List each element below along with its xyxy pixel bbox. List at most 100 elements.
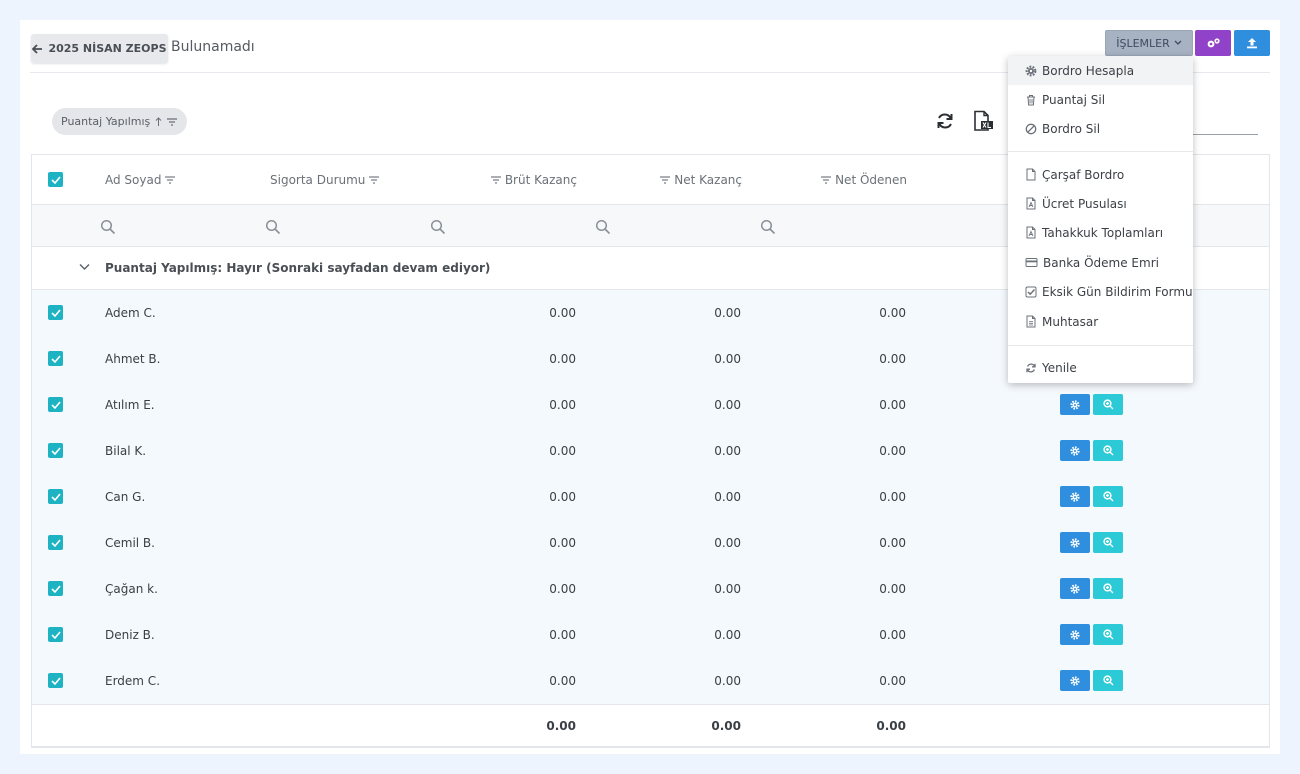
menu-item-ucret-pusulasi[interactable]: Ücret Pusulası xyxy=(1008,189,1193,218)
search-icon[interactable] xyxy=(100,219,116,235)
menu-item-muhtasar[interactable]: Muhtasar xyxy=(1008,307,1193,336)
menu-item-label: Eksik Gün Bildirim Formu xyxy=(1042,284,1193,299)
total-paid: 0.00 xyxy=(876,719,906,733)
column-header-name[interactable]: Ad Soyad xyxy=(105,155,176,205)
cell-name: Erdem C. xyxy=(105,674,161,688)
table-row[interactable]: Erdem C. 0.00 0.00 0.00 xyxy=(32,658,1269,704)
search-icon[interactable] xyxy=(265,219,281,235)
cell-net: 0.00 xyxy=(714,536,741,550)
cell-gross: 0.00 xyxy=(549,582,576,596)
row-settings-button[interactable] xyxy=(1060,394,1090,415)
pdf-file-icon xyxy=(1026,226,1036,239)
gear-icon xyxy=(1070,399,1080,410)
cell-gross: 0.00 xyxy=(549,398,576,412)
row-detail-button[interactable] xyxy=(1093,394,1123,415)
check-icon xyxy=(50,676,61,685)
gear-icon xyxy=(1070,491,1080,502)
table-row[interactable]: Çağan k. 0.00 0.00 0.00 xyxy=(32,566,1269,612)
row-detail-button[interactable] xyxy=(1093,486,1123,507)
table-row[interactable]: Deniz B. 0.00 0.00 0.00 xyxy=(32,612,1269,658)
actions-dropdown-button[interactable]: İŞLEMLER xyxy=(1105,30,1193,56)
row-settings-button[interactable] xyxy=(1060,440,1090,461)
check-icon xyxy=(50,354,61,363)
row-checkbox[interactable] xyxy=(48,535,63,550)
row-checkbox[interactable] xyxy=(48,305,63,320)
menu-item-label: Muhtasar xyxy=(1042,314,1099,329)
column-header-insurance[interactable]: Sigorta Durumu xyxy=(270,155,380,205)
row-detail-button[interactable] xyxy=(1093,440,1123,461)
upload-button[interactable] xyxy=(1234,30,1270,56)
column-header-net[interactable]: Net Kazanç xyxy=(637,155,742,205)
filter-icon xyxy=(490,176,501,184)
chevron-down-icon[interactable] xyxy=(79,263,90,271)
row-detail-button[interactable] xyxy=(1093,670,1123,691)
column-header-gross[interactable]: Brüt Kazanç xyxy=(472,155,577,205)
filter-icon xyxy=(660,176,671,184)
search-icon[interactable] xyxy=(430,219,446,235)
cell-name: Can G. xyxy=(105,490,146,504)
row-detail-button[interactable] xyxy=(1093,532,1123,553)
select-all-checkbox[interactable] xyxy=(48,172,63,187)
menu-item-bordro-sil[interactable]: Bordro Sil xyxy=(1008,114,1193,143)
zoom-in-icon xyxy=(1102,629,1113,640)
refresh-icon xyxy=(937,113,953,129)
file-text-icon xyxy=(1026,315,1036,328)
table-row[interactable]: Bilal K. 0.00 0.00 0.00 xyxy=(32,428,1269,474)
menu-item-puantaj-sil[interactable]: Puantaj Sil xyxy=(1008,85,1193,114)
search-icon[interactable] xyxy=(760,219,776,235)
ban-icon xyxy=(1025,123,1037,134)
zoom-in-icon xyxy=(1102,537,1113,548)
filter-icon xyxy=(369,176,380,184)
row-checkbox[interactable] xyxy=(48,443,63,458)
row-checkbox[interactable] xyxy=(48,673,63,688)
menu-item-banka-odeme-emri[interactable]: Banka Ödeme Emri xyxy=(1008,248,1193,277)
back-button[interactable]: 2025 NİSAN ZEOPS xyxy=(31,34,168,63)
row-settings-button[interactable] xyxy=(1060,624,1090,645)
table-row[interactable]: Can G. 0.00 0.00 0.00 xyxy=(32,474,1269,520)
row-settings-button[interactable] xyxy=(1060,532,1090,553)
refresh-icon xyxy=(1026,362,1036,373)
actions-dropdown-label: İŞLEMLER xyxy=(1116,36,1170,50)
refresh-tool-button[interactable] xyxy=(934,110,956,132)
menu-separator xyxy=(1008,345,1193,346)
cell-net: 0.00 xyxy=(714,490,741,504)
cell-name: Atılım E. xyxy=(105,398,155,412)
cell-name: Ahmet B. xyxy=(105,352,161,366)
search-icon[interactable] xyxy=(595,219,611,235)
grid-totals-row: 0.00 0.00 0.00 xyxy=(32,704,1269,746)
pdf-file-icon xyxy=(1026,197,1036,210)
cell-net: 0.00 xyxy=(714,582,741,596)
column-header-paid-label: Net Ödenen xyxy=(835,173,907,187)
gear-icon xyxy=(1070,445,1080,456)
row-checkbox[interactable] xyxy=(48,489,63,504)
column-header-paid[interactable]: Net Ödenen xyxy=(802,155,907,205)
menu-item-tahakkuk-toplamlari[interactable]: Tahakkuk Toplamları xyxy=(1008,218,1193,247)
row-checkbox[interactable] xyxy=(48,581,63,596)
table-row[interactable]: Atılım E. 0.00 0.00 0.00 xyxy=(32,382,1269,428)
menu-item-bordro-hesapla[interactable]: Bordro Hesapla xyxy=(1008,56,1193,85)
row-checkbox[interactable] xyxy=(48,351,63,366)
total-gross: 0.00 xyxy=(546,719,576,733)
menu-item-eksik-gun-bildirim-formu[interactable]: Eksik Gün Bildirim Formu xyxy=(1008,277,1193,306)
row-settings-button[interactable] xyxy=(1060,670,1090,691)
page-title: Bulunamadı xyxy=(171,39,255,55)
group-by-chip[interactable]: Puantaj Yapılmış xyxy=(52,108,187,135)
row-checkbox[interactable] xyxy=(48,397,63,412)
menu-item-label: Ücret Pusulası xyxy=(1042,196,1127,211)
cell-name: Deniz B. xyxy=(105,628,155,642)
check-square-icon xyxy=(1025,286,1037,297)
menu-item-carsaf-bordro[interactable]: Çarşaf Bordro xyxy=(1008,160,1193,189)
actions-dropdown-menu: Bordro Hesapla Puantaj Sil Bordro Sil Ça… xyxy=(1008,56,1193,383)
row-settings-button[interactable] xyxy=(1060,578,1090,599)
check-icon xyxy=(50,492,61,501)
gear-icon xyxy=(1070,629,1080,640)
row-settings-button[interactable] xyxy=(1060,486,1090,507)
excel-export-button[interactable] xyxy=(972,110,994,132)
row-detail-button[interactable] xyxy=(1093,624,1123,645)
row-detail-button[interactable] xyxy=(1093,578,1123,599)
row-checkbox[interactable] xyxy=(48,627,63,642)
settings-cogs-button[interactable] xyxy=(1195,30,1231,56)
menu-item-yenile[interactable]: Yenile xyxy=(1008,353,1193,382)
table-row[interactable]: Cemil B. 0.00 0.00 0.00 xyxy=(32,520,1269,566)
cell-net: 0.00 xyxy=(714,352,741,366)
